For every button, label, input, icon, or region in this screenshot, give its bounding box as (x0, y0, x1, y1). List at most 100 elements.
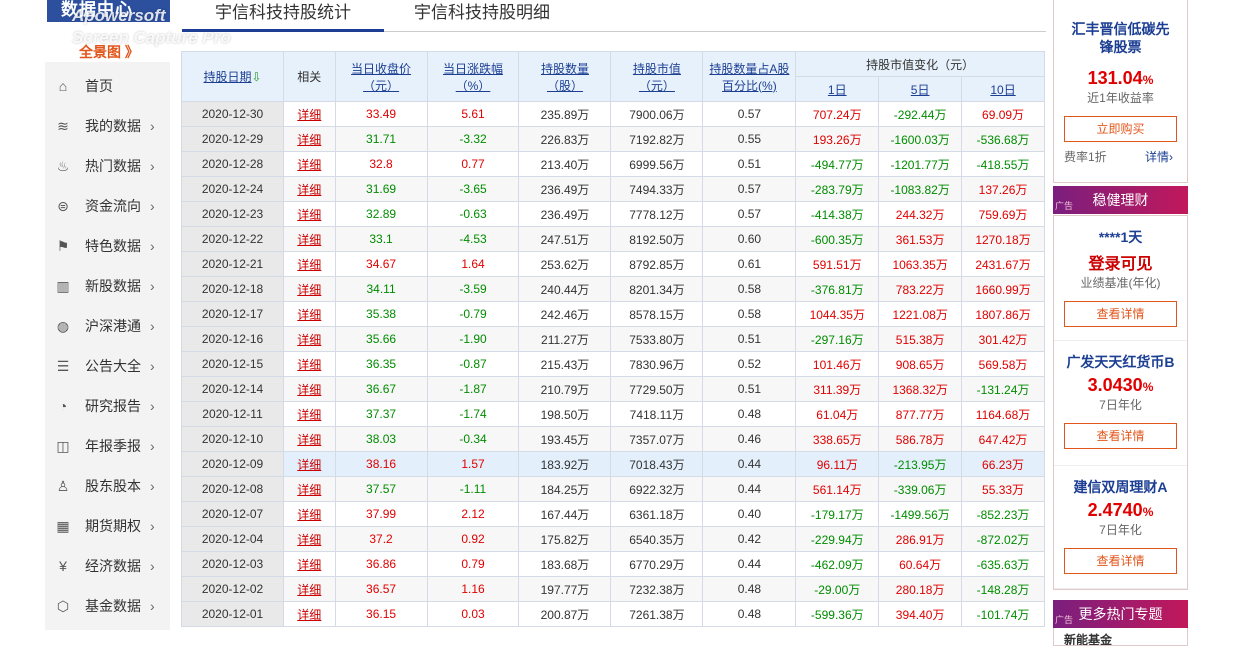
header-hold-qty[interactable]: 持股数量 （股） (518, 51, 612, 102)
detail-link[interactable]: 详细 (297, 583, 321, 597)
cell-d1: 61.04万 (795, 401, 880, 427)
header-close-price[interactable]: 当日收盘价 （元） (334, 51, 428, 102)
sidebar-item-5[interactable]: ▥ 新股数据 › (45, 266, 170, 306)
detail-link[interactable]: 详细 (297, 408, 321, 422)
product-name[interactable]: ****1天 (1054, 228, 1187, 246)
cell-d5: 280.18万 (878, 576, 963, 602)
cell-d1: 1044.35万 (795, 301, 880, 327)
header-change-link[interactable]: 当日涨跌幅 （%） (443, 62, 503, 93)
cell-related: 详细 (283, 401, 336, 427)
detail-link[interactable]: 详细 (297, 133, 321, 147)
hot-topics-header[interactable]: 广告 更多热门专题 (1053, 600, 1188, 628)
nav-icon: ◫ (56, 437, 70, 454)
table-row: 2020-12-02 详细 36.57 1.16 197.77万 7232.38万 0.48… (180, 576, 1045, 602)
cell-pct: 0.48 (702, 601, 797, 627)
cell-related: 详细 (283, 476, 336, 502)
sidebar-item-label: 热门数据 (85, 158, 141, 174)
sidebar-item-9[interactable]: ◫ 年报季报 › (45, 426, 170, 466)
finance-product: ****1天 登录可见 业绩基准(年化) 查看详情 (1054, 216, 1187, 341)
sidebar-item-label: 资金流向 (85, 198, 141, 214)
detail-link[interactable]: 详细 (297, 158, 321, 172)
product-name[interactable]: 建信双周理财A (1054, 478, 1187, 496)
cell-date: 2020-12-18 (180, 276, 285, 302)
detail-link[interactable]: 详细 (297, 508, 321, 522)
detail-link[interactable]: 详细 (297, 383, 321, 397)
detail-link[interactable]: 详细 (297, 208, 321, 222)
cell-d1: -283.79万 (795, 176, 880, 202)
view-details-button[interactable]: 查看详情 (1064, 423, 1177, 449)
sidebar-item-7[interactable]: ☰ 公告大全 › (45, 346, 170, 386)
header-market-value[interactable]: 持股市值 （元） (610, 51, 704, 102)
detail-link[interactable]: 详细 (297, 308, 321, 322)
cell-related: 详细 (283, 501, 336, 527)
header-a-share-pct[interactable]: 持股数量占A股 百分比(%) (702, 51, 797, 102)
header-10d[interactable]: 10日 (961, 76, 1045, 102)
table-row: 2020-12-29 详细 31.71 -3.32 226.83万 7192.82万 0.5… (180, 126, 1045, 152)
sidebar-item-13[interactable]: ⬡ 基金数据 › (45, 586, 170, 626)
cell-d1: -599.36万 (795, 601, 880, 627)
header-1d[interactable]: 1日 (795, 76, 880, 102)
cell-d10: 759.69万 (961, 201, 1045, 227)
sidebar-item-4[interactable]: ⚑ 特色数据 › (45, 226, 170, 266)
sidebar-item-0[interactable]: ⌂ 首页 (45, 66, 170, 106)
sidebar-item-2[interactable]: ♨ 热门数据 › (45, 146, 170, 186)
hot-topic-item[interactable]: 新能基金 (1054, 628, 1187, 645)
featured-fund-name[interactable]: 汇丰晋信低碳先锋股票 (1054, 20, 1187, 56)
header-close-link[interactable]: 当日收盘价 （元） (351, 62, 411, 93)
nav-icon: ⚑ (56, 237, 70, 254)
view-details-button[interactable]: 查看详情 (1064, 301, 1177, 327)
header-5d[interactable]: 5日 (878, 76, 963, 102)
detail-link[interactable]: 详细 (297, 483, 321, 497)
product-name[interactable]: 广发天天红货币B (1054, 353, 1187, 371)
cell-d1: 193.26万 (795, 126, 880, 152)
nav-icon: ☰ (56, 357, 70, 374)
detail-link[interactable]: 详细 (297, 233, 321, 247)
cell-qty: 193.45万 (518, 426, 612, 452)
detail-link[interactable]: 详细 (297, 333, 321, 347)
header-date-link[interactable]: 持股日期 (203, 70, 251, 84)
sidebar-item-6[interactable]: ◍ 沪深港通 › (45, 306, 170, 346)
cell-d1: 96.11万 (795, 451, 880, 477)
detail-link[interactable]: 详细 (297, 458, 321, 472)
sidebar-item-8[interactable]: ◔ 研究报告 › (45, 386, 170, 426)
cell-change: 0.77 (426, 151, 520, 177)
cell-d1: -229.94万 (795, 526, 880, 552)
detail-link[interactable]: 详细 (297, 433, 321, 447)
view-details-button[interactable]: 查看详情 (1064, 548, 1177, 574)
product-desc: 7日年化 (1099, 523, 1142, 537)
cell-mv: 6999.56万 (610, 151, 704, 177)
detail-link[interactable]: 详细 (297, 108, 321, 122)
cell-change: -1.87 (426, 376, 520, 402)
ad-tag: 广告 (1055, 201, 1074, 211)
sidebar-item-3[interactable]: ⊜ 资金流向 › (45, 186, 170, 226)
detail-link[interactable]: 详细 (297, 608, 321, 622)
detail-link[interactable]: 详细 (297, 183, 321, 197)
detail-link[interactable]: 详细 (297, 533, 321, 547)
header-date[interactable]: 持股日期⇩ (180, 51, 285, 102)
cell-close: 36.15 (334, 601, 428, 627)
tab-holding-details[interactable]: 宇信科技持股明细 (414, 0, 550, 32)
buy-now-button[interactable]: 立即购买 (1064, 116, 1177, 142)
detail-link[interactable]: 详细 (297, 283, 321, 297)
tab-holding-stats[interactable]: 宇信科技持股统计 (182, 0, 384, 32)
detail-link[interactable]: 详细 (297, 358, 321, 372)
sidebar-item-1[interactable]: ≋ 我的数据 › (45, 106, 170, 146)
details-link[interactable]: 详情› (1145, 148, 1173, 165)
cell-d1: -29.00万 (795, 576, 880, 602)
header-change-pct[interactable]: 当日涨跌幅 （%） (426, 51, 520, 102)
sidebar-item-11[interactable]: ▦ 期货期权 › (45, 506, 170, 546)
header-qty-link[interactable]: 持股数量 （股） (541, 62, 589, 93)
cell-pct: 0.57 (702, 101, 797, 127)
sidebar-item-10[interactable]: ♙ 股东股本 › (45, 466, 170, 506)
detail-link[interactable]: 详细 (297, 558, 321, 572)
cell-pct: 0.44 (702, 476, 797, 502)
header-mv-link[interactable]: 持股市值 （元） (633, 62, 681, 93)
cell-qty: 213.40万 (518, 151, 612, 177)
cell-date: 2020-12-16 (180, 326, 285, 352)
detail-link[interactable]: 详细 (297, 258, 321, 272)
sidebar-item-label: 股东股本 (85, 478, 141, 494)
sidebar-item-12[interactable]: ¥ 经济数据 › (45, 546, 170, 586)
header-pct-link[interactable]: 持股数量占A股 百分比(%) (709, 62, 789, 93)
cell-d1: 707.24万 (795, 101, 880, 127)
cell-pct: 0.55 (702, 126, 797, 152)
